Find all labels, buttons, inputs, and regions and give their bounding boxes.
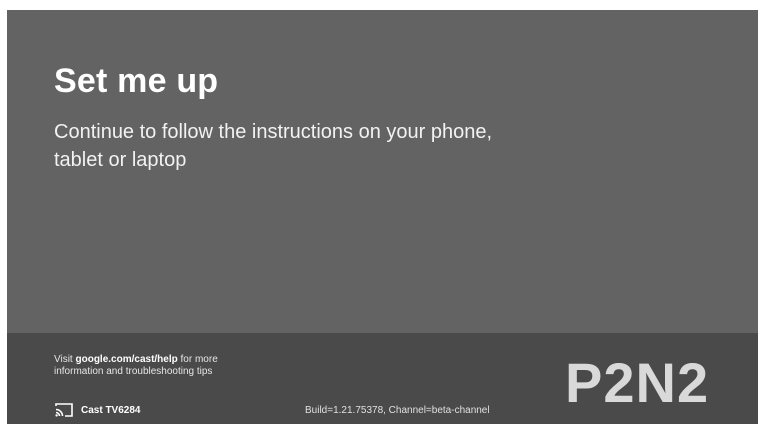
cast-device: Cast TV6284 bbox=[54, 401, 140, 419]
page-title: Set me up bbox=[54, 62, 219, 100]
setup-main-panel: Set me up Continue to follow the instruc… bbox=[7, 10, 758, 333]
help-prefix: Visit bbox=[54, 354, 76, 365]
help-text: Visit google.com/cast/help for more info… bbox=[54, 354, 254, 378]
setup-instructions: Continue to follow the instructions on y… bbox=[54, 121, 493, 171]
build-info: Build=1.21.75378, Channel=beta-channel bbox=[305, 405, 490, 416]
help-link: google.com/cast/help bbox=[75, 354, 178, 365]
setup-code: P2N2 bbox=[565, 351, 710, 414]
setup-footer: Visit google.com/cast/help for more info… bbox=[7, 333, 758, 424]
device-name: Cast TV6284 bbox=[81, 404, 141, 416]
cast-icon bbox=[54, 402, 74, 418]
setup-screen: Set me up Continue to follow the instruc… bbox=[7, 10, 758, 424]
